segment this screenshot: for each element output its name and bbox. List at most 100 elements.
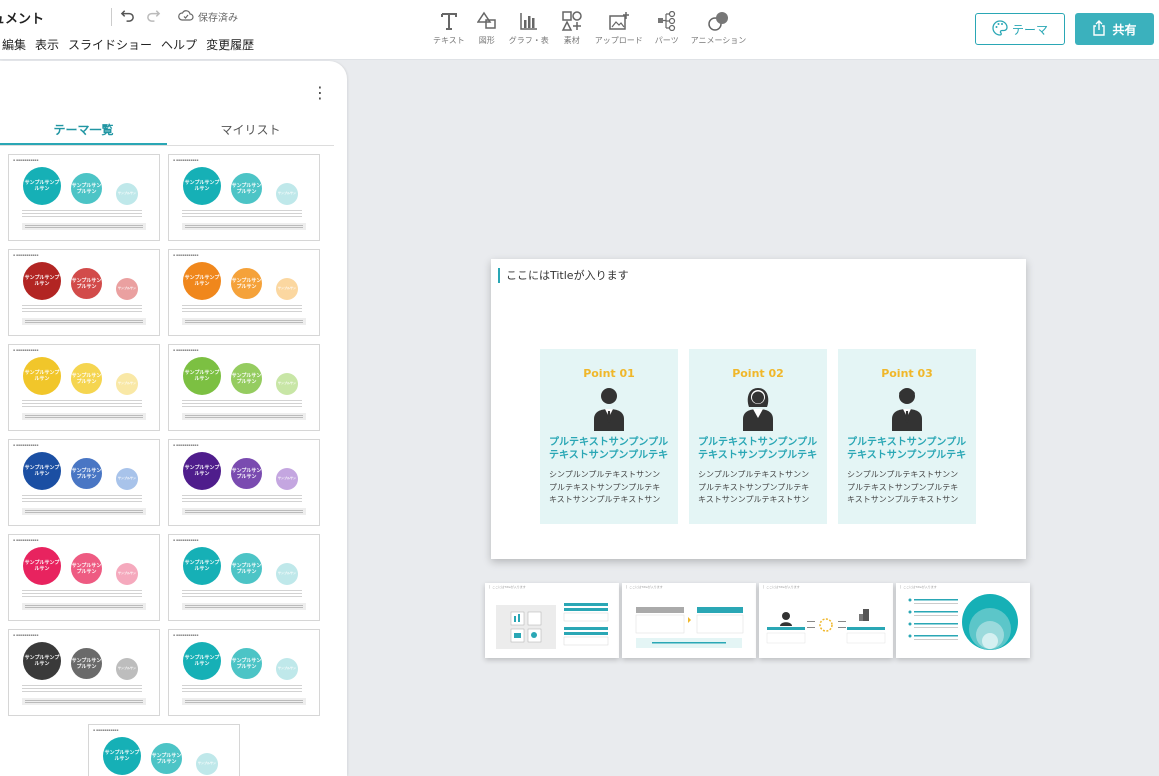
theme-circle: サンプルサン [116,468,138,490]
theme-text-lines [182,210,302,217]
tab-my-list[interactable]: マイリスト [167,119,334,145]
text-icon [439,10,459,32]
theme-footer-box [182,318,306,325]
save-status: 保存済み [178,9,238,24]
theme-footer-box [22,508,146,515]
point-body: シンプルンプルテキストサンン プルテキストサンプンプルテキ キストサンンプルテキスト… [549,470,661,504]
tool-parts[interactable]: パーツ [655,10,679,46]
menu-help[interactable]: ヘルプ [161,36,197,53]
tool-assets[interactable]: 素材 [561,10,583,46]
theme-circle: サンプルサンプルサン [151,743,182,774]
theme-button[interactable]: テーマ [975,13,1065,45]
slide-thumbnail-3[interactable]: ▏ ここにはTitleが入ります [759,583,893,658]
theme-thumbnail[interactable]: ▪ ▪▪▪▪▪▪▪▪▪▪▪ サンプルサンプルサン サンプルサンプルサン サンプルサン [168,629,320,716]
theme-thumbnail[interactable]: ▪ ▪▪▪▪▪▪▪▪▪▪▪ サンプルサンプルサン サンプルサンプルサン サンプルサン [8,629,160,716]
theme-circle: サンプルサンプルサン [183,262,221,300]
share-button[interactable]: 共有 [1075,13,1154,45]
theme-thumbnail[interactable]: ▪ ▪▪▪▪▪▪▪▪▪▪▪ サンプルサンプルサン サンプルサンプルサン サンプルサン [8,154,160,241]
point-card-3[interactable]: Point 03 プルテキストサンプンプル テキストサンプンプルテキ シンプルンプ… [838,349,976,524]
top-bar: ュメント 保存済み 編集 表示 スライドショー ヘルプ 変更履歴 テキスト 図形 [0,0,1159,60]
point-card-1[interactable]: Point 01 プルテキストサンプンプル テキストサンプンプルテキ シンプルンプ… [540,349,678,524]
theme-circle: サンプルサンプルサン [71,553,102,584]
menu-view[interactable]: 表示 [35,36,59,53]
slide-thumb-title: ▏ ここにはTitleが入ります [626,585,663,589]
theme-footer-box [22,413,146,420]
slide-canvas[interactable]: ここにはTitleが入ります Point 01 プルテキストサンプンプル テキスト… [491,259,1026,559]
slide-thumb-title: ▏ ここにはTitleが入ります [900,585,937,589]
theme-circle: サンプルサン [116,563,138,585]
theme-text-lines [182,685,302,692]
tool-upload[interactable]: アップロード [595,10,643,46]
theme-circle: サンプルサンプルサン [231,458,262,489]
undo-icon[interactable] [120,7,135,26]
theme-thumb-title: ▪ ▪▪▪▪▪▪▪▪▪▪▪ [13,348,39,352]
theme-circle: サンプルサンプルサン [23,642,61,680]
chart-icon [519,10,539,32]
theme-button-label: テーマ [1011,22,1048,37]
share-button-label: 共有 [1112,22,1137,37]
slide-thumbnail-4[interactable]: ▏ ここにはTitleが入ります [896,583,1030,658]
upload-icon [608,10,630,32]
point-label: Point 02 [732,367,784,380]
theme-thumbnail[interactable]: ▪ ▪▪▪▪▪▪▪▪▪▪▪ サンプルサンプルサン サンプルサンプルサン サンプルサン [8,344,160,431]
point-heading: プルテキストサンプンプル テキストサンプンプルテキ [847,437,967,461]
slide-thumbnail-2[interactable]: ▏ ここにはTitleが入ります [622,583,756,658]
theme-text-lines [22,590,142,597]
point-body: シンプルンプルテキストサンン プルテキストサンプンプルテキ キストサンンプルテキスト… [847,470,959,504]
slide-thumb-content [496,603,609,649]
theme-circle: サンプルサンプルサン [231,268,262,299]
theme-thumbnail[interactable]: ▪ ▪▪▪▪▪▪▪▪▪▪▪ サンプルサンプルサン サンプルサンプルサン サンプルサン [88,724,240,776]
point-heading: プルテキストサンプンプル テキストサンプンプルテキ [549,437,669,461]
theme-thumb-title: ▪ ▪▪▪▪▪▪▪▪▪▪▪ [173,538,199,542]
point-card-2[interactable]: Point 02 プルテキストサンプンプル テキストサンプンプルテキ シンプルンプ… [689,349,827,524]
slide-title[interactable]: ここにはTitleが入ります [498,268,629,283]
theme-text-lines [182,495,302,502]
theme-thumb-title: ▪ ▪▪▪▪▪▪▪▪▪▪▪ [173,633,199,637]
tool-text[interactable]: テキスト [433,10,465,46]
theme-footer-box [182,508,306,515]
theme-text-lines [182,590,302,597]
insert-toolbar: テキスト 図形 グラフ・表 素材 アップロード パーツ アニメーション [433,10,758,46]
theme-thumb-title: ▪ ▪▪▪▪▪▪▪▪▪▪▪ [93,728,119,732]
theme-circle: サンプルサンプルサン [23,452,61,490]
theme-text-lines [22,685,142,692]
theme-footer-box [182,698,306,705]
theme-circle: サンプルサンプルサン [103,737,141,775]
slide-thumbnail-1[interactable]: ▏ ここにはTitleが入ります [485,583,619,658]
theme-circle: サンプルサンプルサン [23,167,61,205]
theme-footer-box [22,603,146,610]
tool-shapes[interactable]: 図形 [476,10,497,46]
theme-circle: サンプルサンプルサン [231,173,262,204]
theme-circle: サンプルサンプルサン [71,458,102,489]
theme-thumbnail[interactable]: ▪ ▪▪▪▪▪▪▪▪▪▪▪ サンプルサンプルサン サンプルサンプルサン サンプルサン [168,439,320,526]
more-options-icon[interactable]: ⋮ [312,85,328,101]
theme-thumbnail[interactable]: ▪ ▪▪▪▪▪▪▪▪▪▪▪ サンプルサンプルサン サンプルサンプルサン サンプルサン [168,344,320,431]
tool-chart[interactable]: グラフ・表 [509,10,549,46]
point-heading: プルテキストサンプンプル テキストサンプンプルテキ [698,437,818,461]
theme-thumbnail[interactable]: ▪ ▪▪▪▪▪▪▪▪▪▪▪ サンプルサンプルサン サンプルサンプルサン サンプルサン [8,534,160,621]
tool-animation[interactable]: アニメーション [691,10,746,46]
tab-theme-list[interactable]: テーマ一覧 [0,119,167,145]
theme-circle: サンプルサンプルサン [231,553,262,584]
theme-thumbnail[interactable]: ▪ ▪▪▪▪▪▪▪▪▪▪▪ サンプルサンプルサン サンプルサンプルサン サンプルサン [8,249,160,336]
menu-slideshow[interactable]: スライドショー [68,36,152,53]
document-title[interactable]: ュメント [0,8,44,27]
theme-circle: サンプルサン [276,183,298,205]
menu-history[interactable]: 変更履歴 [206,36,254,53]
menu-edit[interactable]: 編集 [2,36,26,53]
theme-text-lines [22,210,142,217]
businesswoman-icon [740,385,776,435]
theme-thumbnail[interactable]: ▪ ▪▪▪▪▪▪▪▪▪▪▪ サンプルサンプルサン サンプルサンプルサン サンプルサン [168,154,320,241]
theme-circle: サンプルサン [196,753,218,775]
panel-tabs: テーマ一覧 マイリスト [0,119,334,146]
slide-thumb-content [766,609,886,644]
share-icon [1092,19,1106,39]
theme-thumbnail[interactable]: ▪ ▪▪▪▪▪▪▪▪▪▪▪ サンプルサンプルサン サンプルサンプルサン サンプルサン [168,534,320,621]
redo-icon[interactable] [146,7,161,26]
theme-thumbnail[interactable]: ▪ ▪▪▪▪▪▪▪▪▪▪▪ サンプルサンプルサン サンプルサンプルサン サンプルサン [168,249,320,336]
theme-circle: サンプルサンプルサン [183,547,221,585]
theme-text-lines [22,400,142,407]
theme-text-lines [22,305,142,312]
slide-thumb-title: ▏ ここにはTitleが入ります [763,585,800,589]
theme-thumbnail[interactable]: ▪ ▪▪▪▪▪▪▪▪▪▪▪ サンプルサンプルサン サンプルサンプルサン サンプルサン [8,439,160,526]
